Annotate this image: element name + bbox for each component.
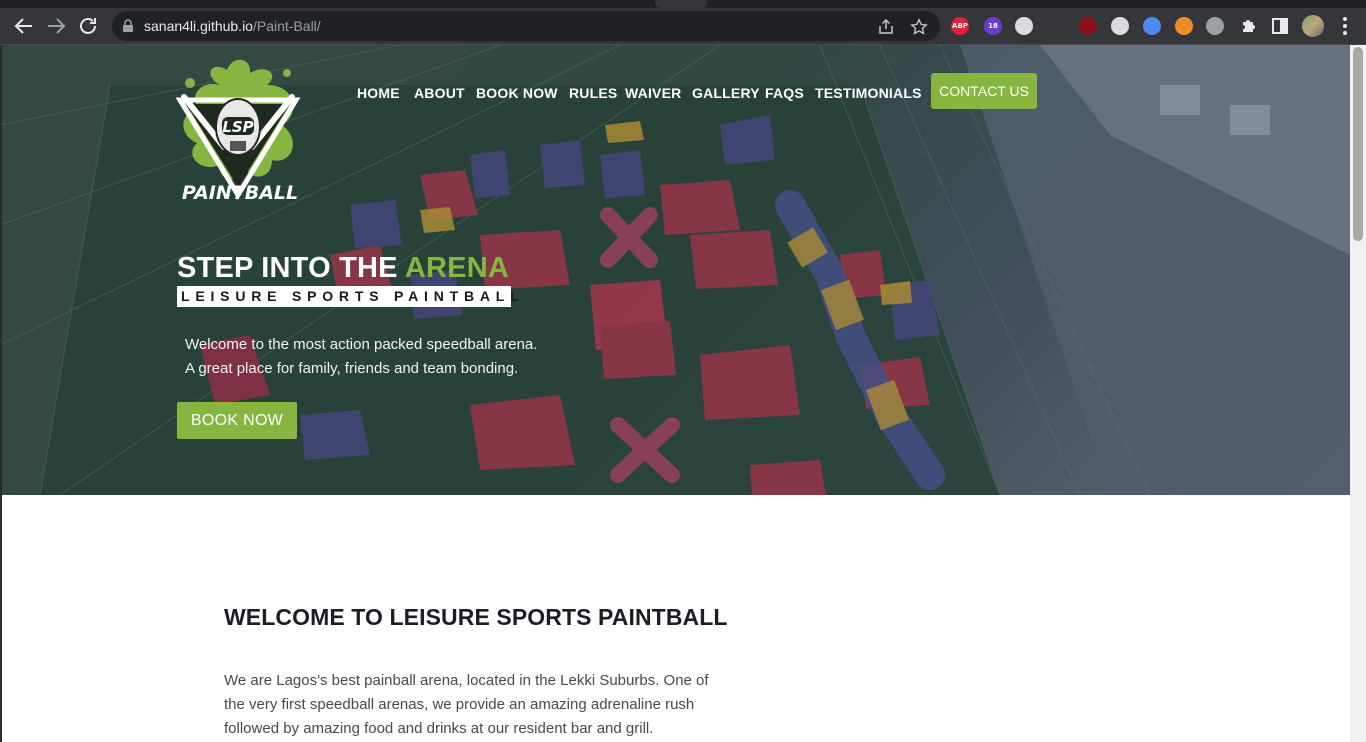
hero-subtitle: LEISURE SPORTS PAINTBALL xyxy=(181,288,525,304)
menu-kebab-icon[interactable] xyxy=(1333,14,1357,38)
logo-wordmark: PAINTBALL xyxy=(182,182,298,204)
tab-strip xyxy=(0,0,1366,8)
logo-initials: LSP xyxy=(222,118,253,136)
nav-rules[interactable]: RULES xyxy=(569,82,617,102)
reload-icon[interactable] xyxy=(76,14,100,38)
nav-gallery[interactable]: GALLERY xyxy=(692,82,760,102)
react-devtools-icon[interactable] xyxy=(1047,17,1065,35)
hero-section: LSP PAINTBALL HOME ABOUT BOOK NOW RULES … xyxy=(0,45,1350,495)
nav-faqs[interactable]: FAQS xyxy=(765,82,804,102)
lsp-paintball-logo[interactable]: LSP PAINTBALL xyxy=(172,55,304,205)
adblock-plus-icon[interactable]: ABP xyxy=(951,17,969,35)
address-bar[interactable]: sanan4li.github.io/Paint-Ball/ xyxy=(112,11,940,41)
badge-extension-icon[interactable]: 18 xyxy=(984,17,1002,35)
hero-text-line-2: A great place for family, friends and te… xyxy=(185,360,519,377)
url-path: /Paint-Ball/ xyxy=(252,18,321,34)
bookmark-star-icon[interactable] xyxy=(910,18,928,36)
share-icon[interactable] xyxy=(877,18,895,36)
nav-waiver[interactable]: WAIVER xyxy=(625,82,681,102)
nav-home[interactable]: HOME xyxy=(357,82,400,102)
hero-text-line-1: Welcome to the most action packed speedb… xyxy=(185,336,538,353)
translate-extension-icon[interactable] xyxy=(1111,17,1129,35)
badge-extension-label: 18 xyxy=(988,22,998,30)
nav-about[interactable]: ABOUT xyxy=(414,82,465,102)
hero-title-accent: ARENA xyxy=(404,252,509,284)
scrollbar-thumb[interactable] xyxy=(1353,47,1363,241)
lock-icon[interactable] xyxy=(122,19,134,33)
welcome-text-line-1: We are Lagos's best painball arena, loca… xyxy=(224,672,709,689)
tools-extension-icon[interactable] xyxy=(1143,17,1161,35)
hero-subtitle-box: LEISURE SPORTS PAINTBALL xyxy=(177,286,519,307)
rss-extension-icon[interactable] xyxy=(1175,17,1193,35)
nav-testimonials[interactable]: TESTIMONIALS xyxy=(815,82,922,102)
extension-circle-icon[interactable] xyxy=(1015,17,1033,35)
back-icon[interactable] xyxy=(12,14,36,38)
url-text[interactable]: sanan4li.github.io/Paint-Ball/ xyxy=(144,18,321,34)
profile-avatar[interactable] xyxy=(1302,15,1324,37)
hero-title: STEP INTO THE ARENA xyxy=(177,252,509,285)
book-now-button[interactable]: BOOK NOW xyxy=(177,402,297,439)
record-extension-icon[interactable] xyxy=(1079,17,1097,35)
contact-us-button[interactable]: CONTACT US xyxy=(931,73,1037,109)
hero-title-main: STEP INTO THE xyxy=(177,252,405,284)
forward-icon[interactable] xyxy=(44,14,68,38)
active-tab[interactable] xyxy=(655,0,707,8)
welcome-title: WELCOME TO LEISURE SPORTS PAINTBALL xyxy=(224,604,728,630)
globe-extension-icon[interactable] xyxy=(1206,17,1224,35)
window-edge xyxy=(0,45,2,742)
browser-toolbar: sanan4li.github.io/Paint-Ball/ ABP 18 xyxy=(0,8,1366,45)
welcome-text-line-3: followed by amazing food and drinks at o… xyxy=(224,720,654,737)
main-nav: HOME ABOUT BOOK NOW RULES WAIVER GALLERY… xyxy=(0,82,1350,110)
extensions-puzzle-icon[interactable] xyxy=(1237,14,1261,38)
nav-book-now[interactable]: BOOK NOW xyxy=(476,82,558,102)
side-panel-icon[interactable] xyxy=(1268,14,1292,38)
welcome-text-line-2: the very first speedball arenas, we prov… xyxy=(224,696,695,713)
url-host: sanan4li.github.io xyxy=(144,18,253,34)
adblock-plus-label: ABP xyxy=(952,22,968,30)
